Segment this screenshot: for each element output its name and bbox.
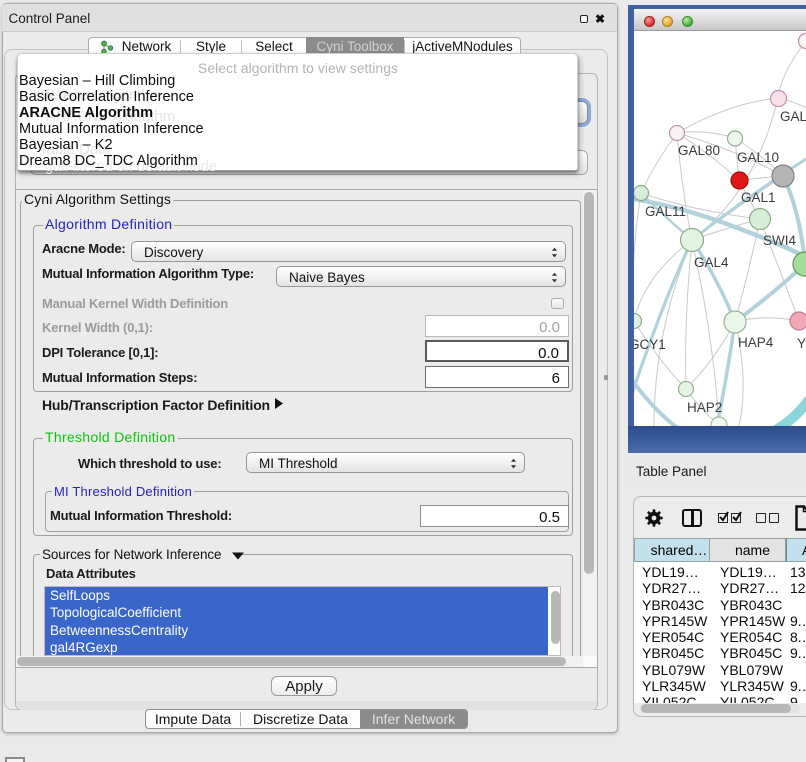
svg-text:GAL10: GAL10	[737, 150, 779, 165]
svg-text:GAL4: GAL4	[694, 255, 729, 270]
svg-text:GAL80: GAL80	[678, 143, 720, 158]
svg-text:GAL7: GAL7	[780, 109, 806, 124]
svg-text:SWI4: SWI4	[763, 233, 796, 248]
svg-text:GCY1: GCY1	[634, 337, 666, 352]
svg-text:GAL11: GAL11	[645, 204, 686, 219]
svg-text:HAP4: HAP4	[738, 335, 774, 350]
svg-text:GAL1: GAL1	[741, 190, 776, 205]
svg-text:HAP2: HAP2	[687, 400, 722, 415]
svg-text:YE: YE	[797, 336, 806, 351]
